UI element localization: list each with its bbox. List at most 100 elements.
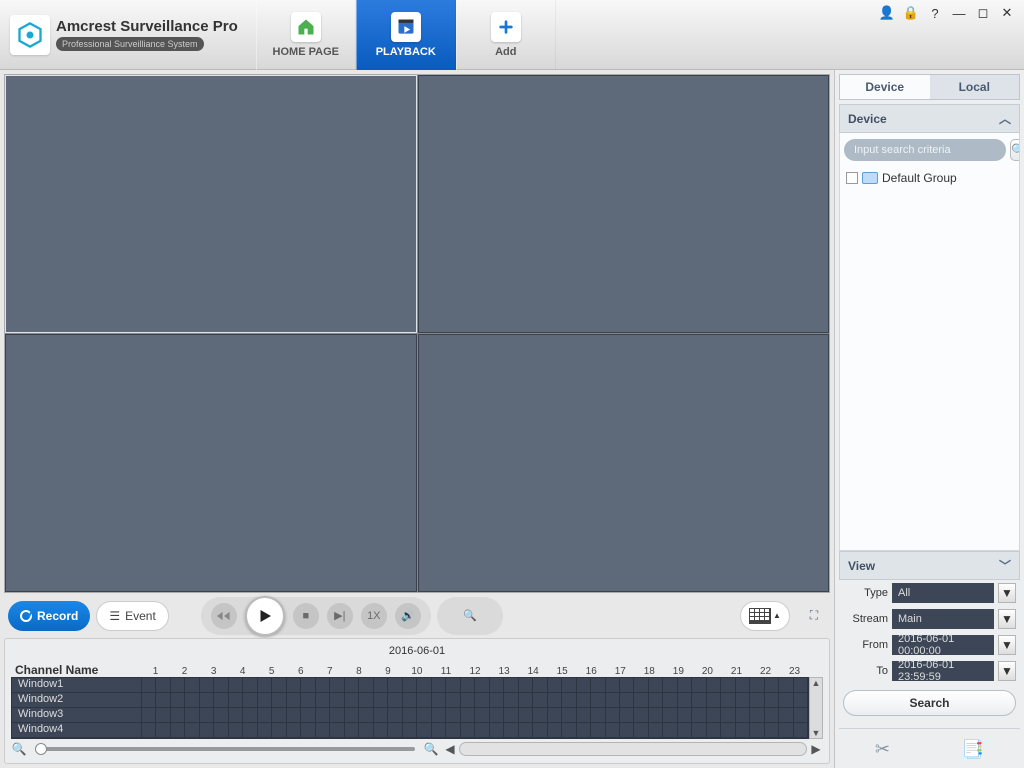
timeline-hours: 1234567891011121314151617181920212223 bbox=[141, 666, 809, 677]
hour-tick: 2 bbox=[170, 666, 199, 677]
timeline-row-grid[interactable] bbox=[142, 708, 808, 722]
from-datetime[interactable]: 2016-06-01 00:00:00 bbox=[892, 635, 994, 655]
dropdown-arrow-icon[interactable]: ▼ bbox=[998, 583, 1016, 603]
zoom-button[interactable]: 🔍 bbox=[457, 603, 483, 629]
stop-button[interactable]: ■ bbox=[293, 603, 319, 629]
timeline-row[interactable]: Window4 bbox=[12, 723, 808, 738]
zoom-group: 🔍 bbox=[437, 597, 503, 635]
hour-tick: 23 bbox=[780, 666, 809, 677]
playback-controls: Record ☰Event ■ ▶| 1X 🔊 🔍 ▲ ⛶ bbox=[4, 593, 830, 638]
app-subtitle: Professional Surveilliance System bbox=[56, 37, 204, 51]
tab-playback-label: PLAYBACK bbox=[376, 46, 436, 58]
timeline-row[interactable]: Window2 bbox=[12, 693, 808, 708]
logo-icon bbox=[10, 15, 50, 55]
sidebar-tab-local[interactable]: Local bbox=[930, 75, 1020, 99]
hour-tick: 4 bbox=[228, 666, 257, 677]
hour-tick: 8 bbox=[344, 666, 373, 677]
view-panel-header[interactable]: View ﹀ bbox=[839, 551, 1020, 580]
video-cell-3[interactable] bbox=[5, 334, 417, 592]
video-cell-4[interactable] bbox=[418, 334, 830, 592]
window-controls: 👤 🔒 ? — ◻ ✕ bbox=[880, 0, 1024, 20]
from-label: From bbox=[843, 639, 888, 651]
hour-tick: 12 bbox=[461, 666, 490, 677]
hour-tick: 3 bbox=[199, 666, 228, 677]
volume-button[interactable]: 🔊 bbox=[395, 603, 421, 629]
app-title: Amcrest Surveillance Pro bbox=[56, 18, 238, 35]
zoom-slider[interactable] bbox=[35, 747, 415, 751]
hour-tick: 18 bbox=[635, 666, 664, 677]
hour-tick: 15 bbox=[548, 666, 577, 677]
tab-home-label: HOME PAGE bbox=[273, 46, 339, 58]
type-select[interactable]: All bbox=[892, 583, 994, 603]
sidebar-tab-device[interactable]: Device bbox=[840, 75, 930, 99]
close-icon[interactable]: ✕ bbox=[1000, 6, 1014, 20]
zoom-out-icon[interactable]: 🔍 bbox=[11, 741, 27, 757]
user-icon[interactable]: 👤 bbox=[880, 6, 894, 20]
timeline-row[interactable]: Window3 bbox=[12, 708, 808, 723]
to-label: To bbox=[843, 665, 888, 677]
hour-tick: 5 bbox=[257, 666, 286, 677]
hour-tick: 16 bbox=[577, 666, 606, 677]
checkbox[interactable] bbox=[846, 172, 858, 184]
next-frame-button[interactable]: ▶| bbox=[327, 603, 353, 629]
hour-tick: 21 bbox=[722, 666, 751, 677]
type-label: Type bbox=[843, 587, 888, 599]
video-cell-1[interactable] bbox=[5, 75, 417, 333]
minimize-icon[interactable]: — bbox=[952, 6, 966, 20]
cut-icon[interactable]: ✂ bbox=[875, 739, 890, 760]
timeline: 2016-06-01 Channel Name 1234567891011121… bbox=[4, 638, 830, 764]
chevron-down-icon: ﹀ bbox=[999, 557, 1011, 574]
dropdown-arrow-icon[interactable]: ▼ bbox=[998, 635, 1016, 655]
export-icon[interactable]: 📑 bbox=[962, 739, 984, 760]
home-icon bbox=[291, 12, 321, 42]
tab-add[interactable]: Add bbox=[456, 0, 556, 70]
fullscreen-button[interactable]: ⛶ bbox=[802, 604, 826, 628]
timeline-row-grid[interactable] bbox=[142, 678, 808, 692]
hour-tick: 20 bbox=[693, 666, 722, 677]
rewind-button[interactable] bbox=[211, 603, 237, 629]
hour-tick: 10 bbox=[402, 666, 431, 677]
stream-select[interactable]: Main bbox=[892, 609, 994, 629]
tab-playback[interactable]: PLAYBACK bbox=[356, 0, 456, 70]
logo: Amcrest Surveillance Pro Professional Su… bbox=[0, 15, 248, 55]
maximize-icon[interactable]: ◻ bbox=[976, 6, 990, 20]
folder-icon bbox=[862, 172, 878, 184]
from-value: 2016-06-01 00:00:00 bbox=[898, 633, 988, 657]
dropdown-arrow-icon[interactable]: ▼ bbox=[998, 609, 1016, 629]
hour-tick: 17 bbox=[606, 666, 635, 677]
hour-tick: 19 bbox=[664, 666, 693, 677]
tree-item-label: Default Group bbox=[882, 171, 957, 185]
timeline-row-grid[interactable] bbox=[142, 693, 808, 707]
device-panel-header[interactable]: Device ︿ bbox=[839, 104, 1020, 133]
tree-item-default-group[interactable]: Default Group bbox=[844, 169, 1015, 187]
hour-tick: 7 bbox=[315, 666, 344, 677]
timeline-scrollbar-h[interactable]: ◀▶ bbox=[443, 742, 823, 756]
timeline-row-label: Window2 bbox=[12, 693, 142, 707]
zoom-in-icon[interactable]: 🔍 bbox=[423, 741, 439, 757]
timeline-row-label: Window4 bbox=[12, 723, 142, 737]
search-button[interactable]: Search bbox=[843, 690, 1016, 716]
timeline-scrollbar-v[interactable]: ▲▼ bbox=[809, 677, 823, 739]
stream-value: Main bbox=[898, 613, 922, 625]
dropdown-arrow-icon[interactable]: ▼ bbox=[998, 661, 1016, 681]
device-search-button[interactable]: 🔍 bbox=[1010, 139, 1020, 161]
header: Amcrest Surveillance Pro Professional Su… bbox=[0, 0, 1024, 70]
video-cell-2[interactable] bbox=[418, 75, 830, 333]
record-button[interactable]: Record bbox=[8, 601, 90, 631]
tab-home[interactable]: HOME PAGE bbox=[256, 0, 356, 70]
play-button[interactable] bbox=[245, 596, 285, 636]
timeline-rows[interactable]: Window1Window2Window3Window4 bbox=[11, 677, 809, 739]
speed-button[interactable]: 1X bbox=[361, 603, 387, 629]
device-search-input[interactable] bbox=[844, 139, 1006, 161]
lock-icon[interactable]: 🔒 bbox=[904, 6, 918, 20]
hour-tick: 6 bbox=[286, 666, 315, 677]
layout-button[interactable]: ▲ bbox=[740, 601, 790, 631]
hour-tick: 22 bbox=[751, 666, 780, 677]
to-datetime[interactable]: 2016-06-01 23:59:59 bbox=[892, 661, 994, 681]
timeline-row-grid[interactable] bbox=[142, 723, 808, 737]
help-icon[interactable]: ? bbox=[928, 6, 942, 20]
record-label: Record bbox=[37, 609, 78, 623]
timeline-row[interactable]: Window1 bbox=[12, 678, 808, 693]
playback-icon bbox=[391, 12, 421, 42]
event-button[interactable]: ☰Event bbox=[96, 601, 168, 631]
